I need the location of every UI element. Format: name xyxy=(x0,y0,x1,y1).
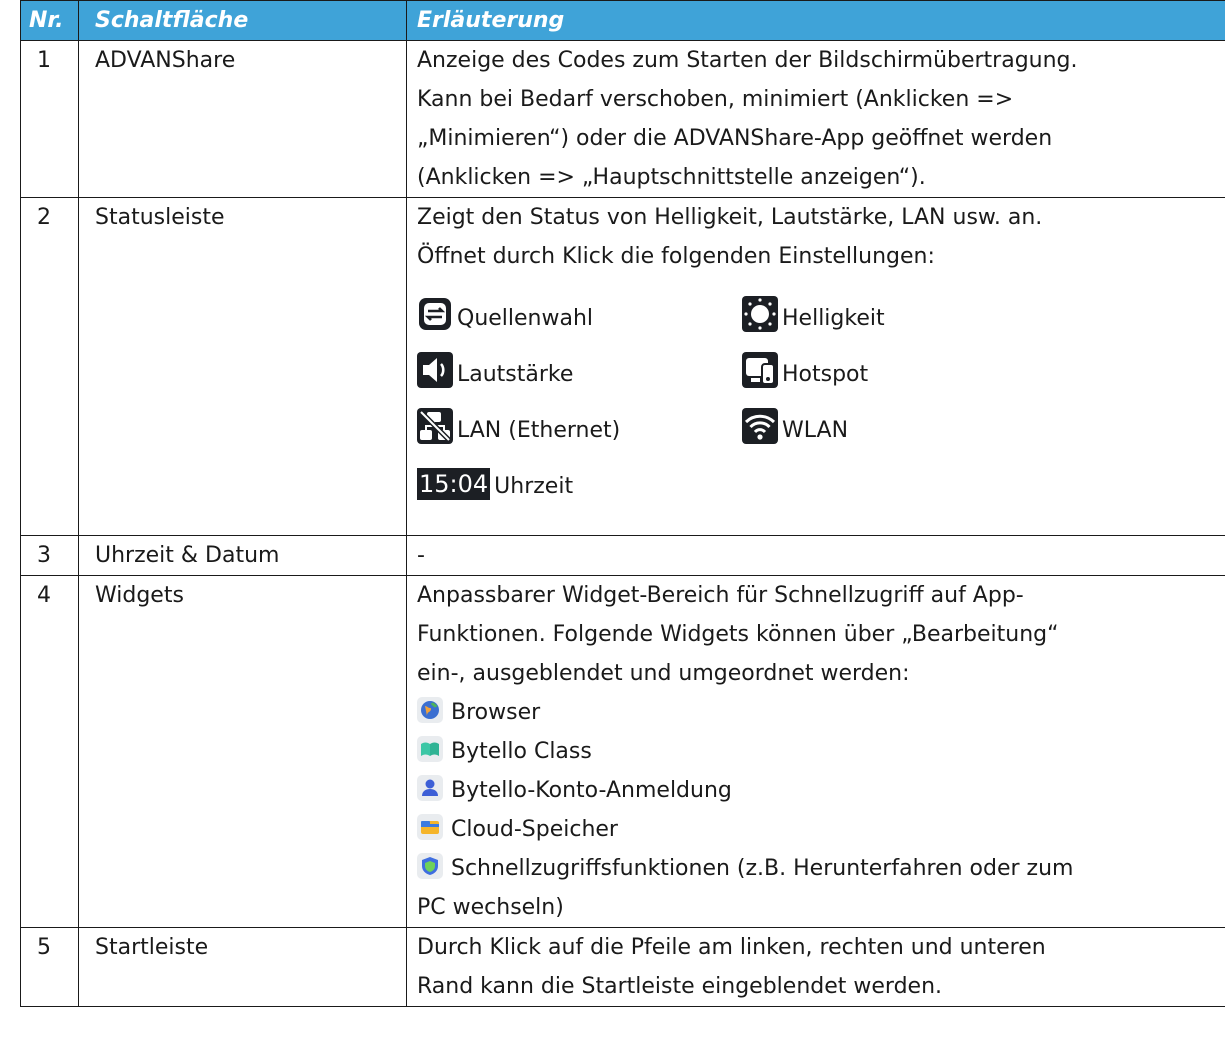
description-line: ein-, ausgeblendet und umgeordnet werden… xyxy=(417,661,910,686)
button-table: Nr. Schaltfläche Erläuterung 1 ADVANShar… xyxy=(20,0,1225,1007)
cloud-storage-icon xyxy=(417,813,443,840)
header-description: Erläuterung xyxy=(406,0,1225,41)
description-line: Durch Klick auf die Pfeile am linken, re… xyxy=(417,935,1046,960)
row-description: Anzeige des Codes zum Starten der Bildsc… xyxy=(406,40,1225,198)
status-item: WLAN xyxy=(742,388,1042,444)
row-button-name: ADVANShare xyxy=(78,40,407,198)
bytello-class-icon xyxy=(417,735,443,762)
status-item-label: Uhrzeit xyxy=(494,474,574,499)
status-item-label: WLAN xyxy=(782,418,849,443)
brightness-icon xyxy=(742,296,778,332)
widget-label: Schnellzugriffsfunktionen (z.B. Herunter… xyxy=(451,856,1074,881)
description-line: Rand kann die Startleiste eingeblendet w… xyxy=(417,974,943,999)
widget-label: Bytello-Konto-Anmeldung xyxy=(451,778,732,803)
status-item: LAN (Ethernet) xyxy=(417,388,742,444)
widget-item: Cloud-Speicher xyxy=(417,810,1225,849)
widget-item: Schnellzugriffsfunktionen (z.B. Herunter… xyxy=(417,849,1225,888)
status-item: Hotspot xyxy=(742,332,1042,388)
row-button-name: Startleiste xyxy=(78,927,407,1007)
status-item-label: Lautstärke xyxy=(457,362,574,387)
row-number: 4 xyxy=(20,575,79,928)
header-nr: Nr. xyxy=(20,0,79,41)
description-line: Kann bei Bedarf verschoben, minimiert (A… xyxy=(417,87,1014,112)
widget-item: Bytello Class xyxy=(417,732,1225,771)
table-row: 1 ADVANShare Anzeige des Codes zum Start… xyxy=(20,40,1225,198)
table-header-row: Nr. Schaltfläche Erläuterung xyxy=(20,0,1225,41)
status-icon-grid: Quellenwahl Helligkeit Lautstärke Hotspo… xyxy=(417,276,1225,500)
widget-label: Browser xyxy=(451,700,541,725)
row-description: Durch Klick auf die Pfeile am linken, re… xyxy=(406,927,1225,1007)
table-row: 3 Uhrzeit & Datum - xyxy=(20,535,1225,576)
status-item-label: Hotspot xyxy=(782,362,869,387)
description-line: (Anklicken => „Hauptschnittstelle anzeig… xyxy=(417,165,926,190)
description-line: Funktionen. Folgende Widgets können über… xyxy=(417,622,1059,647)
table-row: 4 Widgets Anpassbarer Widget-Bereich für… xyxy=(20,575,1225,928)
description-line: „Minimieren“) oder die ADVANShare-App ge… xyxy=(417,126,1053,151)
quick-access-icon xyxy=(417,852,443,879)
widget-label: Cloud-Speicher xyxy=(451,817,618,842)
status-item-label: Quellenwahl xyxy=(457,306,594,331)
description-line: PC wechseln) xyxy=(417,895,564,920)
browser-icon xyxy=(417,696,443,723)
status-item-label: LAN (Ethernet) xyxy=(457,418,621,443)
row-description: - xyxy=(406,535,1225,576)
volume-icon xyxy=(417,352,453,388)
description-line: Anzeige des Codes zum Starten der Bildsc… xyxy=(417,48,1078,73)
source-select-icon xyxy=(417,296,453,332)
row-description: Zeigt den Status von Helligkeit, Lautstä… xyxy=(406,197,1225,536)
row-number: 3 xyxy=(20,535,79,576)
lan-ethernet-icon xyxy=(417,408,453,444)
description-line: Öffnet durch Klick die folgenden Einstel… xyxy=(417,244,935,269)
description-line: - xyxy=(417,543,425,568)
row-description: Anpassbarer Widget-Bereich für Schnellzu… xyxy=(406,575,1225,928)
widget-label: Bytello Class xyxy=(451,739,592,764)
table-row: 5 Startleiste Durch Klick auf die Pfeile… xyxy=(20,927,1225,1007)
row-number: 2 xyxy=(20,197,79,536)
row-button-name: Uhrzeit & Datum xyxy=(78,535,407,576)
status-item: 15:04 Uhrzeit xyxy=(417,444,742,500)
header-button: Schaltfläche xyxy=(78,0,407,41)
wlan-icon xyxy=(742,408,778,444)
account-login-icon xyxy=(417,774,443,801)
status-item: Helligkeit xyxy=(742,276,1042,332)
description-line: Anpassbarer Widget-Bereich für Schnellzu… xyxy=(417,583,1024,608)
status-item: Lautstärke xyxy=(417,332,742,388)
widget-item: Browser xyxy=(417,693,1225,732)
status-item-label: Helligkeit xyxy=(782,306,885,331)
document: Nr. Schaltfläche Erläuterung 1 ADVANShar… xyxy=(20,0,1225,1007)
widget-item: Bytello-Konto-Anmeldung xyxy=(417,771,1225,810)
row-button-name: Statusleiste xyxy=(78,197,407,536)
clock-icon: 15:04 xyxy=(417,468,491,500)
row-number: 1 xyxy=(20,40,79,198)
row-button-name: Widgets xyxy=(78,575,407,928)
row-number: 5 xyxy=(20,927,79,1007)
hotspot-icon xyxy=(742,352,778,388)
description-line: Zeigt den Status von Helligkeit, Lautstä… xyxy=(417,205,1043,230)
status-item: Quellenwahl xyxy=(417,276,742,332)
table-row: 2 Statusleiste Zeigt den Status von Hell… xyxy=(20,197,1225,536)
